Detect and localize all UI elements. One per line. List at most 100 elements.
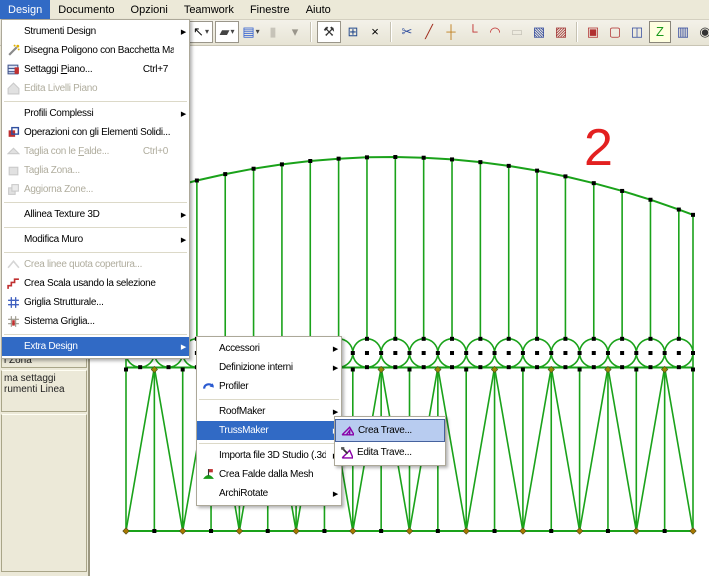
submenu-arrow-icon: ▶	[326, 364, 341, 372]
menu-item-label: Definizione interni	[219, 362, 326, 373]
menu-item-crea-falde-dalla-mesh[interactable]: Crea Falde dalla Mesh	[197, 465, 341, 484]
menubar-item-opzioni[interactable]: Opzioni	[123, 0, 176, 19]
menu-item-label: Crea linee quota copertura...	[24, 259, 174, 270]
arrow-tool-icon: ↖	[193, 22, 204, 42]
trussmaker-submenu-popup: Crea Trave...Edita Trave...	[334, 416, 446, 466]
menu-item-edita-trave[interactable]: Edita Trave...	[335, 442, 445, 463]
toolbar-separator	[390, 22, 392, 42]
menu-item-label: Operazioni con gli Elementi Solidi...	[24, 127, 174, 138]
menu-item-modifica-muro[interactable]: Modifica Muro▶	[2, 230, 189, 249]
adjust-button[interactable]: ╱	[419, 22, 439, 42]
intersect-button[interactable]: ┼	[441, 22, 461, 42]
menu-item-allinea-texture-3d[interactable]: Allinea Texture 3D▶	[2, 205, 189, 224]
submenu-arrow-icon: ▶	[326, 345, 341, 353]
menu-item-operazioni-con-gli-elementi-solidi[interactable]: Operazioni con gli Elementi Solidi...	[2, 123, 189, 142]
menu-item-edita-livelli-piano[interactable]: Edita Livelli Piano	[2, 79, 189, 98]
more-options-icon: ▾	[292, 22, 299, 42]
menu-item-crea-trave[interactable]: Crea Trave...	[335, 419, 445, 442]
menu-item-label: Disegna Poligono con Bacchetta Magica	[24, 45, 174, 56]
hatchet-tool-button[interactable]: ⚒	[317, 21, 341, 43]
menubar-item-documento[interactable]: Documento	[50, 0, 122, 19]
menu-item-definizione-interni[interactable]: Definizione interni▶	[197, 358, 341, 377]
menu-item-importa-file-3d-studio-3ds[interactable]: Importa file 3D Studio (.3ds)▶	[197, 446, 341, 465]
hatchet-tool-icon: ⚒	[323, 22, 335, 42]
annotation-number: 2	[584, 118, 613, 178]
polyline-magic-button[interactable]: Z	[649, 21, 671, 43]
menu-item-crea-linee-quota-copertura[interactable]: Crea linee quota copertura...	[2, 255, 189, 274]
menu-item-extra-design[interactable]: Extra Design▶	[2, 337, 189, 356]
menu-item-profiler[interactable]: Profiler	[197, 377, 341, 396]
menu-item-profili-complessi[interactable]: Profili Complessi▶	[2, 104, 189, 123]
menubar-item-teamwork[interactable]: Teamwork	[176, 0, 242, 19]
dropdown-arrow-icon: ▾	[256, 22, 260, 42]
marquee-arrow-button[interactable]: ▧	[529, 22, 549, 42]
marquee-x-button[interactable]: ▨	[551, 22, 571, 42]
solid-ops-icon	[2, 126, 24, 139]
intersect-icon: ┼	[446, 22, 455, 42]
marquee-arrow-icon: ▧	[533, 22, 545, 42]
more-options-button[interactable]: ▾	[285, 22, 305, 42]
autogroup-button[interactable]: ◫	[627, 22, 647, 42]
menu-item-aggiorna-zone[interactable]: Aggiorna Zone...	[2, 180, 189, 199]
submenu-arrow-icon: ▶	[326, 490, 341, 498]
menu-item-taglia-con-le-falde[interactable]: Taglia con le Falde...Ctrl+0	[2, 142, 189, 161]
dimension-table-icon: ⊞	[348, 22, 359, 42]
ungroup-button[interactable]: ▢	[605, 22, 625, 42]
menubar-item-design[interactable]: Design	[0, 0, 50, 19]
group-button[interactable]: ▣	[583, 22, 603, 42]
menu-item-label: Taglia con le Falde...	[24, 146, 133, 157]
menu-item-roofmaker[interactable]: RoofMaker▶	[197, 402, 341, 421]
roof-cut-icon	[2, 145, 24, 158]
dropdown-arrow-icon: ▾	[205, 22, 209, 42]
menu-item-griglia-strutturale[interactable]: Griglia Strutturale...	[2, 293, 189, 312]
dimension-table-button[interactable]: ⊞	[343, 22, 363, 42]
submenu-arrow-icon: ▶	[326, 408, 341, 416]
menu-item-archirotate[interactable]: ArchiRotate▶	[197, 484, 341, 503]
panel-section-settings[interactable]: ma settaggi rumenti Linea	[1, 370, 87, 412]
menu-item-shortcut: Ctrl+0	[133, 146, 174, 157]
menubar-item-finestre[interactable]: Finestre	[242, 0, 298, 19]
layers-button[interactable]: ▤▾	[241, 22, 261, 42]
column-button[interactable]: ▮	[263, 22, 283, 42]
menu-bar: DesignDocumentoOpzioniTeamworkFinestreAi…	[0, 0, 709, 20]
toolbar-separator	[310, 22, 312, 42]
menu-item-crea-scala-usando-la-selezione[interactable]: Crea Scala usando la selezione	[2, 274, 189, 293]
menu-item-label: Settaggi Piano...	[24, 64, 133, 75]
menu-item-strumenti-design[interactable]: Strumenti Design▶	[2, 22, 189, 41]
stamp-button[interactable]: ▭	[507, 22, 527, 42]
submenu-arrow-icon: ▶	[174, 110, 189, 118]
menu-item-label: Crea Falde dalla Mesh	[219, 469, 326, 480]
menu-item-accessori[interactable]: Accessori▶	[197, 339, 341, 358]
submenu-arrow-icon: ▶	[174, 211, 189, 219]
magic-wand-icon	[2, 44, 24, 57]
zone-cut-icon	[2, 164, 24, 177]
camera-button[interactable]: ◉	[695, 22, 709, 42]
stairs-icon	[2, 277, 24, 290]
menu-item-label: Profiler	[219, 381, 326, 392]
menu-item-label: TrussMaker	[219, 425, 326, 436]
menu-item-trussmaker[interactable]: TrussMaker▶	[197, 421, 341, 440]
split-button[interactable]: ✂	[397, 22, 417, 42]
menu-item-label: Griglia Strutturale...	[24, 297, 174, 308]
corner-icon: └	[468, 22, 477, 42]
menu-item-disegna-poligono-con-bacchetta-magica[interactable]: Disegna Poligono con Bacchetta Magica	[2, 41, 189, 60]
ungroup-icon: ▢	[609, 22, 621, 42]
submenu-arrow-icon: ▶	[174, 236, 189, 244]
fillet-button[interactable]: ◠	[485, 22, 505, 42]
menubar-item-aiuto[interactable]: Aiuto	[298, 0, 339, 19]
menu-item-label: Accessori	[219, 343, 326, 354]
menu-item-sistema-griglia[interactable]: Sistema Griglia...	[2, 312, 189, 331]
display-options-button[interactable]: ▥	[673, 22, 693, 42]
wall-tool-button[interactable]: ▰▾	[215, 21, 239, 43]
menu-item-label: Allinea Texture 3D	[24, 209, 174, 220]
polyline-magic-icon: Z	[656, 22, 664, 42]
marquee-x-icon: ▨	[555, 22, 567, 42]
menu-item-shortcut: Ctrl+7	[133, 64, 174, 75]
corner-button[interactable]: └	[463, 22, 483, 42]
menu-item-taglia-zona[interactable]: Taglia Zona...	[2, 161, 189, 180]
mesh-roof-icon	[197, 468, 219, 481]
menu-item-settaggi-piano[interactable]: Settaggi Piano...Ctrl+7	[2, 60, 189, 79]
toolbar-separator	[576, 22, 578, 42]
arrow-tool-button[interactable]: ↖▾	[189, 21, 213, 43]
delete-button[interactable]: ×	[365, 22, 385, 42]
